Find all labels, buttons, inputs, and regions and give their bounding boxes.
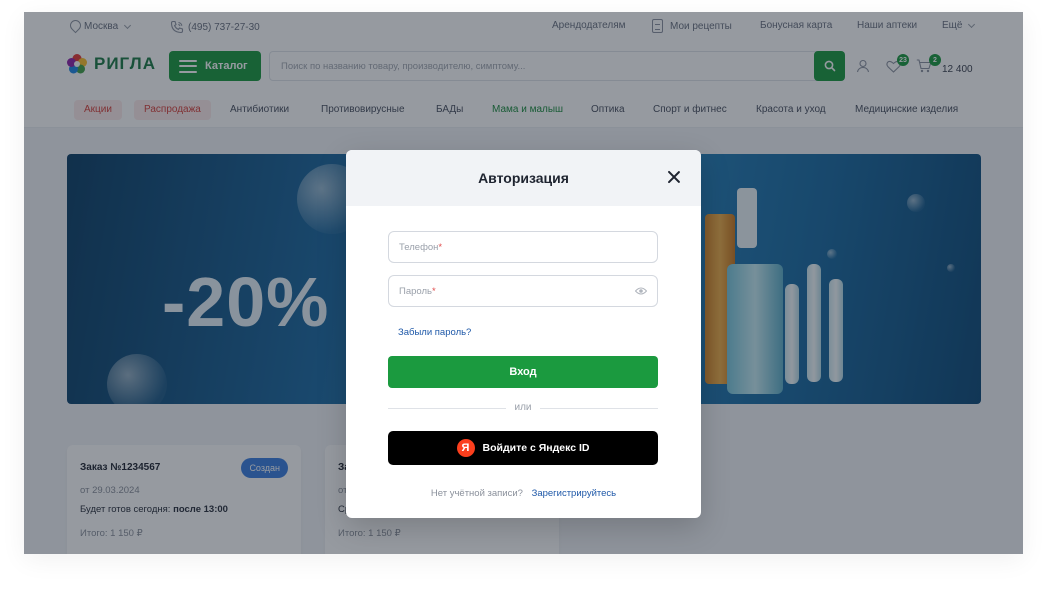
phone-placeholder-text: Телефон bbox=[399, 242, 439, 253]
or-divider: или bbox=[388, 402, 658, 414]
modal-title: Авторизация bbox=[478, 170, 569, 186]
login-button-label: Вход bbox=[509, 366, 537, 378]
eye-icon[interactable] bbox=[635, 286, 647, 296]
required-mark: * bbox=[438, 242, 443, 253]
modal-header: Авторизация bbox=[346, 150, 701, 206]
browser-page: Москва (495) 737-27-30 Арендодателям Мои… bbox=[24, 12, 1023, 554]
divider-line bbox=[540, 408, 658, 409]
no-account-text: Нет учётной записи? bbox=[430, 488, 523, 499]
yandex-id-label: Войдите с Яндекс ID bbox=[482, 442, 590, 454]
forgot-password-link[interactable]: Забыли пароль? bbox=[398, 327, 471, 338]
yandex-icon: Я bbox=[456, 439, 475, 457]
register-row: Нет учётной записи? Зарегистрируйтесь bbox=[346, 488, 701, 499]
register-link[interactable]: Зарегистрируйтесь bbox=[532, 488, 617, 499]
password-placeholder-text: Пароль bbox=[399, 286, 432, 297]
auth-modal: Авторизация Телефон* Пароль* Забыли паро… bbox=[346, 150, 701, 518]
required-mark: * bbox=[431, 286, 436, 297]
phone-placeholder: Телефон* bbox=[399, 242, 442, 253]
password-field[interactable]: Пароль* bbox=[388, 275, 658, 307]
yandex-id-button[interactable]: Я Войдите с Яндекс ID bbox=[388, 431, 658, 465]
password-placeholder: Пароль* bbox=[399, 286, 436, 297]
login-button[interactable]: Вход bbox=[388, 356, 658, 388]
phone-field[interactable]: Телефон* bbox=[388, 231, 658, 263]
close-icon[interactable] bbox=[667, 170, 681, 184]
